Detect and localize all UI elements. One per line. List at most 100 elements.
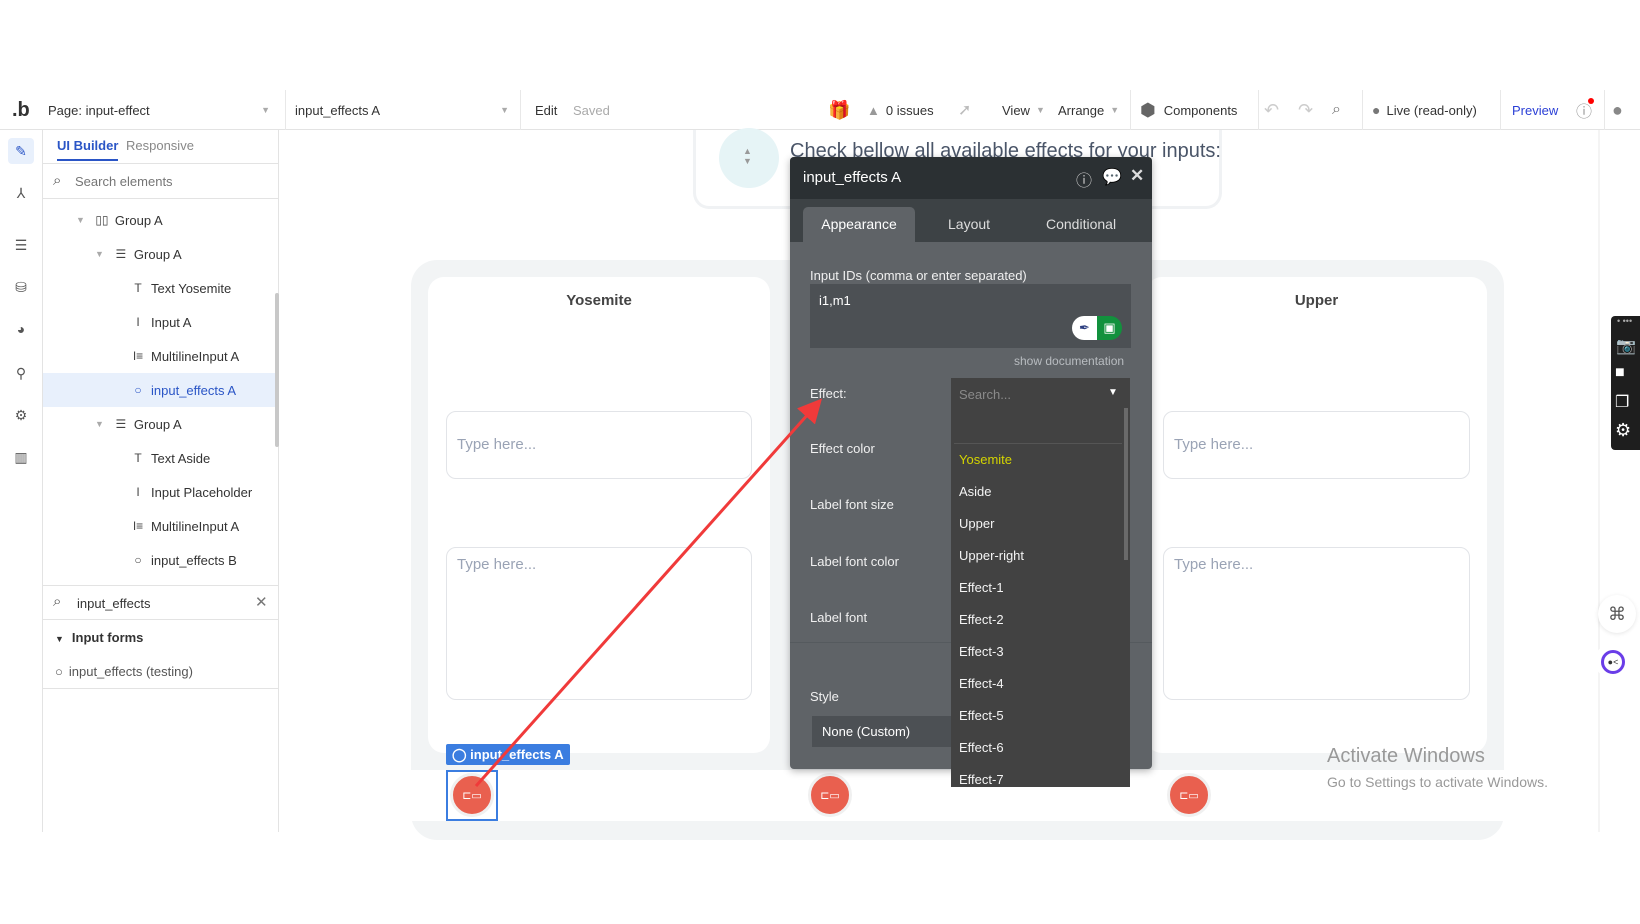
property-header[interactable]: input_effects A ⓘ 💬 ✕ xyxy=(790,157,1152,199)
live-readonly-button[interactable]: ● Live (read-only) xyxy=(1372,90,1477,130)
elements-panel: UI Builder Responsive ⌕ ▼▯▯Group A ▼☰Gro… xyxy=(43,130,279,832)
tab-ui-builder[interactable]: UI Builder xyxy=(57,138,119,161)
tree-item-multiline[interactable]: I≡ MultilineInput A xyxy=(43,339,275,373)
tree-item-group[interactable]: ▼ ☰ Group A xyxy=(43,407,275,441)
arrange-menu[interactable]: Arrange ▼ xyxy=(1058,90,1119,130)
input-effects-a-element[interactable]: ⊏▭ xyxy=(450,773,494,817)
rows-icon: ☰ xyxy=(115,417,127,431)
tab-layout[interactable]: Layout xyxy=(948,207,990,242)
option-yosemite[interactable]: Yosemite xyxy=(959,452,1012,467)
close-icon[interactable]: ✕ xyxy=(1130,166,1144,186)
reorder-circle[interactable]: ▲ ▼ xyxy=(719,128,779,188)
palette-icon[interactable]: ◕ xyxy=(8,316,34,342)
robot-icon: ▣ xyxy=(1097,316,1122,340)
edit-button[interactable]: Edit xyxy=(535,90,557,130)
redo-icon[interactable]: ↷ xyxy=(1298,90,1313,130)
chevron-down-icon[interactable]: ▼ xyxy=(1108,387,1118,398)
multiline-input[interactable]: Type here... xyxy=(1163,547,1470,700)
tree-label: input_effects B xyxy=(151,552,237,568)
tree-item-input-effects-b[interactable]: ○ input_effects B xyxy=(43,543,275,577)
bubble-logo[interactable]: .b xyxy=(12,90,30,130)
more-icon[interactable]: • ••• xyxy=(1617,316,1632,326)
components-label: Components xyxy=(1163,102,1238,118)
tree-item-group[interactable]: ▼ ☰ Group A xyxy=(43,237,275,271)
camera-icon[interactable]: 📷 xyxy=(1616,336,1636,356)
settings-icon[interactable]: ⚙ xyxy=(1615,420,1631,441)
view-menu[interactable]: View ▼ xyxy=(1002,90,1045,130)
dropdown-scrollbar[interactable] xyxy=(1124,408,1128,560)
option-aside[interactable]: Aside xyxy=(959,484,992,499)
tree-label: Input Placeholder xyxy=(151,484,253,500)
plugin-icon[interactable]: ⚲ xyxy=(8,360,34,386)
apps-grid-icon[interactable]: ⌘ xyxy=(1598,595,1636,633)
input-effects-b-element[interactable]: ⊏▭ xyxy=(808,773,852,817)
dynamic-toggle[interactable]: ✒ ▣ xyxy=(1072,316,1122,340)
effect-dropdown[interactable]: Search... ▼ Yosemite Aside Upper Upper-r… xyxy=(951,378,1130,787)
page-select[interactable]: Page: input-effect ▼ xyxy=(48,90,278,130)
database-icon[interactable]: ⛁ xyxy=(8,274,34,300)
logs-chart-icon[interactable]: ▥ xyxy=(8,444,34,470)
window-capture-icon[interactable]: ❐ xyxy=(1615,392,1629,412)
watermark-subtitle: Go to Settings to activate Windows. xyxy=(1327,774,1548,790)
text-input[interactable]: Type here... xyxy=(1163,411,1470,479)
tree-item-text[interactable]: T Text Yosemite xyxy=(43,271,275,305)
tree-item-text[interactable]: T Text Aside xyxy=(43,441,275,475)
arrange-label: Arrange xyxy=(1058,102,1105,118)
option-upper[interactable]: Upper xyxy=(959,516,994,531)
option-effect-7[interactable]: Effect-7 xyxy=(959,772,1004,787)
preview-button[interactable]: Preview xyxy=(1512,90,1558,130)
section-input-forms[interactable]: ▼ Input forms xyxy=(55,630,143,645)
text-input[interactable]: Type here... xyxy=(446,411,752,479)
tree-item-input[interactable]: I Input A xyxy=(43,305,275,339)
show-documentation-link[interactable]: show documentation xyxy=(1014,354,1124,368)
tree-item-input[interactable]: I Input Placeholder xyxy=(43,475,275,509)
settings-icon[interactable]: ⚙ xyxy=(8,402,34,428)
tree-label: MultilineInput A xyxy=(151,348,240,364)
data-icon[interactable]: ☰ xyxy=(8,232,34,258)
option-effect-3[interactable]: Effect-3 xyxy=(959,644,1004,659)
tree-item-multiline[interactable]: I≡ MultilineInput A xyxy=(43,509,275,543)
option-effect-2[interactable]: Effect-2 xyxy=(959,612,1004,627)
chevron-down-icon: ▼ xyxy=(1110,105,1120,115)
search-icon[interactable]: ⌕ xyxy=(1332,90,1341,130)
help-icon[interactable]: ⓘ xyxy=(1576,90,1594,130)
components-button[interactable]: ⬢ Components xyxy=(1140,90,1237,130)
gift-icon[interactable]: 🎁 xyxy=(828,90,850,130)
design-pencil-icon[interactable]: ✎ xyxy=(8,138,34,164)
undo-icon[interactable]: ↶ xyxy=(1264,90,1279,130)
option-effect-4[interactable]: Effect-4 xyxy=(959,676,1004,691)
option-upper-right[interactable]: Upper-right xyxy=(959,548,1024,563)
input-effect-icon: ⊏▭ xyxy=(820,789,840,802)
multiline-input[interactable]: Type here... xyxy=(446,547,752,700)
issues-button[interactable]: ▲ 0 issues xyxy=(867,90,934,130)
plugin-circle-icon: ○ xyxy=(55,664,63,679)
input-ids-field[interactable]: i1,m1 ✒ ▣ xyxy=(810,284,1131,348)
dropdown-search[interactable]: Search... xyxy=(959,387,1011,402)
tree-item-input-effects-a[interactable]: ○ input_effects A xyxy=(43,373,275,407)
comment-icon[interactable]: 💬 xyxy=(1102,167,1122,187)
video-icon[interactable]: ■ xyxy=(1615,364,1625,382)
tab-appearance[interactable]: Appearance xyxy=(803,207,915,242)
text-icon: T xyxy=(134,281,142,295)
search-elements-input[interactable] xyxy=(75,168,265,194)
cursor-icon[interactable]: ➚ xyxy=(958,90,971,130)
plugin-search-input[interactable]: input_effects xyxy=(77,596,150,611)
option-effect-5[interactable]: Effect-5 xyxy=(959,708,1004,723)
card-title: Yosemite xyxy=(566,292,632,309)
option-effect-1[interactable]: Effect-1 xyxy=(959,580,1004,595)
assistant-icon[interactable]: ●< xyxy=(1594,645,1632,677)
plugin-result-item[interactable]: ○ input_effects (testing) xyxy=(55,664,193,679)
watermark-title: Activate Windows xyxy=(1327,745,1485,767)
info-icon[interactable]: ⓘ xyxy=(1076,167,1092,191)
clear-search-icon[interactable]: ✕ xyxy=(255,593,268,611)
user-avatar-icon[interactable]: ● xyxy=(1612,90,1623,130)
feather-icon: ✒ xyxy=(1072,316,1097,340)
tree-item-group[interactable]: ▼ ▯▯ Group A xyxy=(43,203,275,237)
tab-conditional[interactable]: Conditional xyxy=(1046,207,1116,242)
option-effect-6[interactable]: Effect-6 xyxy=(959,740,1004,755)
element-select[interactable]: input_effects A ▼ xyxy=(295,90,515,130)
tab-responsive[interactable]: Responsive xyxy=(126,138,194,153)
input-effects-c-element[interactable]: ⊏▭ xyxy=(1167,773,1211,817)
workflow-icon[interactable]: ⅄ xyxy=(8,180,34,206)
tree-label: Text Aside xyxy=(151,450,211,466)
